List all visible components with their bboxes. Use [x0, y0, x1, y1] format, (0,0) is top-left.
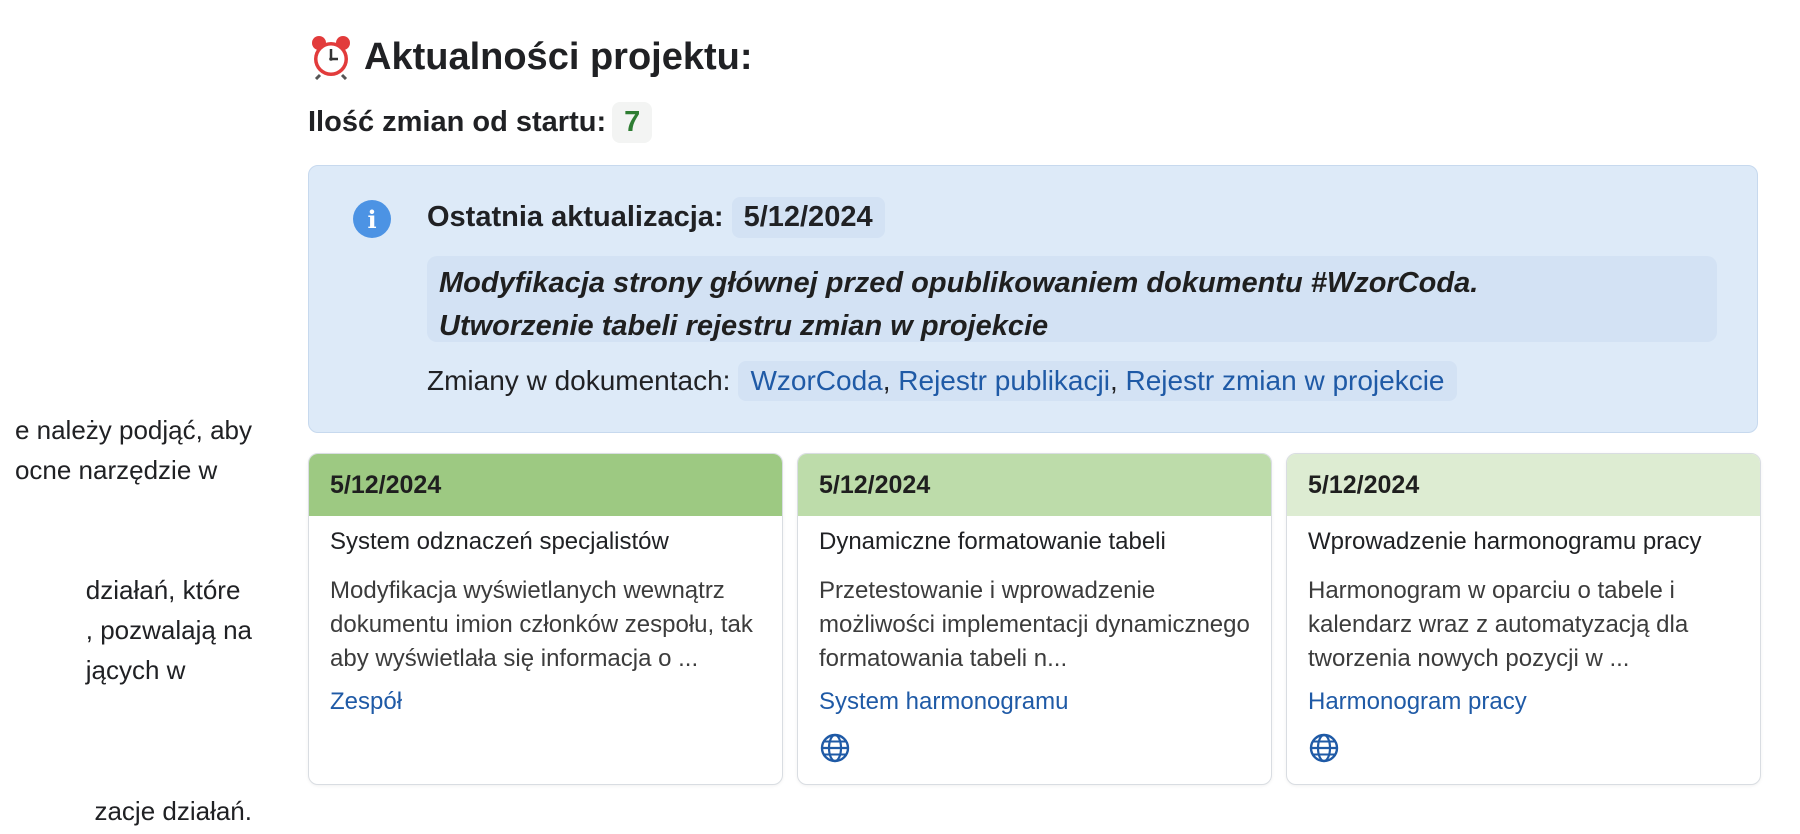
left-paragraph-3: zacje działań.	[94, 791, 252, 831]
left-column: e należy podjąć, aby ocne narzędzie w dz…	[0, 0, 300, 834]
info-icon: i	[353, 200, 391, 238]
page-title: Aktualności projektu:	[308, 34, 753, 80]
separator: ,	[882, 365, 899, 396]
changed-documents-label: Zmiany w dokumentach:	[427, 365, 731, 396]
card-date: 5/12/2024	[819, 470, 931, 499]
doc-link-rejestr-zmian[interactable]: Rejestr zmian w projekcie	[1126, 365, 1445, 396]
globe-icon[interactable]	[1308, 732, 1340, 764]
card-link-system-harmonogramu[interactable]: System harmonogramu	[819, 688, 1250, 716]
left-line: , pozwalają na	[85, 615, 252, 645]
latest-update-label: Ostatnia aktualizacja:	[427, 201, 724, 233]
count-label: Ilość zmian od startu:	[308, 106, 607, 138]
card-date-header: 5/12/2024	[309, 454, 782, 516]
left-line: działań, które	[85, 575, 241, 605]
card-description: Harmonogram w oparciu o tabele i kalenda…	[1308, 577, 1689, 672]
change-card[interactable]: 5/12/2024 Dynamiczne formatowanie tabeli…	[797, 453, 1272, 785]
card-title: Wprowadzenie harmonogramu pracy	[1308, 528, 1702, 555]
card-title: Dynamiczne formatowanie tabeli	[819, 528, 1166, 555]
card-link-zespol[interactable]: Zespół	[330, 688, 761, 716]
left-line: zacje działań.	[94, 796, 252, 826]
card-date: 5/12/2024	[1308, 470, 1420, 499]
doc-link-wzorcoda[interactable]: WzorCoda	[750, 365, 882, 396]
latest-update-date: 5/12/2024	[731, 197, 885, 238]
card-description: Modyfikacja wyświetlanych wewnątrz dokum…	[330, 577, 753, 672]
card-date-header: 5/12/2024	[798, 454, 1271, 516]
changed-documents-links: WzorCoda, Rejestr publikacji, Rejestr zm…	[738, 361, 1457, 401]
alarm-clock-icon	[312, 36, 350, 80]
card-title: System odznaczeń specjalistów	[330, 528, 669, 555]
left-line: e należy podjąć, aby	[14, 415, 252, 445]
left-line: jących w	[85, 655, 186, 685]
left-paragraph-1: e należy podjąć, aby ocne narzędzie w	[15, 410, 252, 490]
change-card[interactable]: 5/12/2024 System odznaczeń specjalistów …	[308, 453, 783, 785]
card-date: 5/12/2024	[330, 470, 442, 499]
globe-icon[interactable]	[819, 732, 851, 764]
change-card[interactable]: 5/12/2024 Wprowadzenie harmonogramu prac…	[1286, 453, 1761, 785]
page: e należy podjąć, aby ocne narzędzie w dz…	[0, 0, 1800, 834]
doc-link-rejestr-publikacji[interactable]: Rejestr publikacji	[898, 365, 1110, 396]
separator: ,	[1109, 365, 1126, 396]
left-line: ocne narzędzie w	[14, 455, 218, 485]
card-link-harmonogram-pracy[interactable]: Harmonogram pracy	[1308, 688, 1739, 716]
latest-update-description: Modyfikacja strony głównej przed opublik…	[427, 256, 1717, 342]
changed-documents: Zmiany w dokumentach: WzorCoda, Rejestr …	[427, 361, 1457, 401]
card-date-header: 5/12/2024	[1287, 454, 1760, 516]
left-paragraph-2: działań, które , pozwalają na jących w	[86, 570, 252, 690]
change-count: Ilość zmian od startu: 7	[308, 102, 653, 143]
latest-update-header: Ostatnia aktualizacja: 5/12/2024	[427, 197, 885, 238]
card-description: Przetestowanie i wprowadzenie możliwości…	[819, 577, 1250, 672]
title-text: Aktualności projektu:	[364, 35, 753, 78]
count-value: 7	[612, 102, 653, 143]
latest-update-callout: i Ostatnia aktualizacja: 5/12/2024 Modyf…	[308, 165, 1758, 433]
